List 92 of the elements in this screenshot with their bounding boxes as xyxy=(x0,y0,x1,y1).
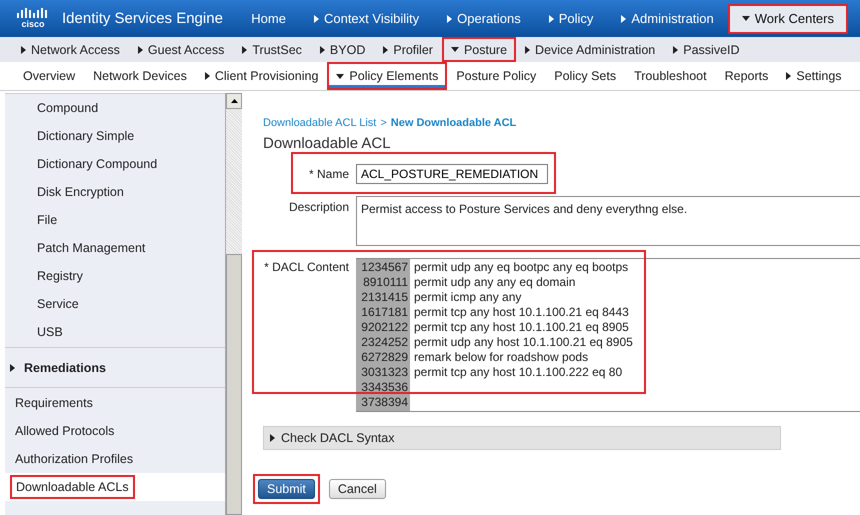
sidebar-item[interactable]: Patch Management xyxy=(5,234,225,262)
caret-right-icon xyxy=(786,72,792,80)
caret-right-icon xyxy=(10,364,15,372)
sidebar-item[interactable]: Service xyxy=(5,290,225,318)
field-label: * Name xyxy=(308,167,350,181)
text-area[interactable]: Permist access to Posture Services and deny everythng else. xyxy=(356,196,860,246)
caret-right-icon xyxy=(314,14,319,22)
nav-tab[interactable]: Posture xyxy=(442,37,516,62)
nav-tab[interactable]: Overview xyxy=(14,62,84,90)
line-number: 3031323 xyxy=(360,365,408,380)
sidebar-item[interactable]: Dictionary Simple xyxy=(5,122,225,150)
nav-tab[interactable]: Network Devices xyxy=(84,62,196,90)
line-number: 2131415 xyxy=(360,290,408,305)
sidebar-item[interactable]: Dictionary Compound xyxy=(5,150,225,178)
nav-tab[interactable]: Reports xyxy=(716,62,778,90)
nav-tab[interactable]: Home xyxy=(237,4,300,34)
field-label: Description xyxy=(288,200,350,214)
app-title: Identity Services Engine xyxy=(62,10,223,27)
nav-tab[interactable]: Network Access xyxy=(12,37,129,62)
breadcrumb-separator: > xyxy=(380,117,387,129)
line-number: 1234567 xyxy=(360,260,408,275)
nav-tab[interactable]: Posture Policy xyxy=(447,62,546,90)
sidebar-item[interactable]: USB xyxy=(5,318,225,346)
nav-tab[interactable]: Client Provisioning xyxy=(196,62,328,90)
code-line: remark below for roadshow pods xyxy=(414,350,588,364)
nav-tab[interactable]: PassiveID xyxy=(664,37,749,62)
caret-right-icon xyxy=(204,72,210,80)
caret-right-icon xyxy=(447,14,452,22)
code-line: permit udp any eq bootpc any eq bootps xyxy=(414,260,628,274)
breadcrumb-current: New Downloadable ACL xyxy=(390,117,516,129)
nav-tab[interactable]: BYOD xyxy=(310,37,374,62)
line-number: 8910111 xyxy=(362,275,408,290)
caret-right-icon xyxy=(383,46,388,54)
caret-right-icon xyxy=(525,46,530,54)
caret-right-icon xyxy=(270,434,275,442)
nav-tab[interactable]: Troubleshoot xyxy=(625,62,716,90)
caret-right-icon xyxy=(21,46,26,54)
sidebar-item[interactable]: File xyxy=(5,206,225,234)
sidebar-item[interactable]: Authorization Profiles xyxy=(5,445,225,473)
logo-bars-icon xyxy=(16,8,50,20)
input-field[interactable]: ACL_POSTURE_REMEDIATION xyxy=(356,164,548,184)
sidebar-item[interactable]: Allowed Protocols xyxy=(5,417,225,445)
collapsible-panel[interactable]: Check DACL Syntax xyxy=(263,426,781,450)
line-number: 9202122 xyxy=(360,320,408,335)
caret-right-icon xyxy=(242,46,248,54)
code-line: permit udp any any eq domain xyxy=(414,275,576,289)
form-title: Downloadable ACL xyxy=(263,135,392,152)
logo-text: cisco xyxy=(21,20,44,29)
sidebar-item[interactable]: Downloadable ACLs xyxy=(5,473,225,501)
submit-button[interactable]: Submit xyxy=(258,479,315,499)
breadcrumb-link[interactable]: Downloadable ACL List xyxy=(263,117,376,129)
sidebar-item[interactable]: Requirements xyxy=(5,389,225,417)
nav-tab[interactable]: TrustSec xyxy=(233,37,311,62)
line-number: 3343536 xyxy=(360,380,408,395)
nav-tab[interactable]: Settings xyxy=(777,62,851,90)
caret-right-icon xyxy=(138,46,143,54)
nav-tab[interactable]: Work Centers xyxy=(728,4,848,34)
code-line: permit tcp any host 10.1.100.21 eq 8905 xyxy=(414,320,629,334)
caret-down-icon xyxy=(336,74,344,78)
caret-down-icon xyxy=(450,47,459,52)
sidebar-section[interactable]: Remediations xyxy=(5,347,225,388)
nav-tab[interactable]: Policy xyxy=(534,4,608,34)
nav-tab[interactable]: Administration xyxy=(607,4,728,34)
nav-tab[interactable]: Guest Access xyxy=(128,37,234,62)
line-number: 2324252 xyxy=(360,335,408,350)
code-line: permit icmp any any xyxy=(414,290,522,304)
nav-tab[interactable]: Policy Elements xyxy=(327,62,448,90)
code-editor[interactable] xyxy=(356,258,860,412)
nav-tab[interactable]: Device Administration xyxy=(516,37,664,62)
scrollbar[interactable] xyxy=(225,93,242,515)
sidebar-item[interactable]: Compound xyxy=(5,94,225,122)
sidebar-item[interactable]: Disk Encryption xyxy=(5,178,225,206)
caret-right-icon xyxy=(320,46,325,54)
code-line: permit tcp any host 10.1.100.21 eq 8443 xyxy=(414,305,629,319)
nav-tab[interactable]: Policy Sets xyxy=(545,62,626,90)
line-number: 6272829 xyxy=(360,350,408,365)
caret-right-icon xyxy=(621,14,626,22)
code-line: permit tcp any host 10.1.100.222 eq 80 xyxy=(414,365,622,379)
cancel-button[interactable]: Cancel xyxy=(328,479,386,499)
code-line: permit udp any host 10.1.100.21 eq 8905 xyxy=(414,335,633,349)
field-label: * DACL Content xyxy=(263,260,350,274)
nav-tab[interactable]: Profiler xyxy=(374,37,442,62)
scrollbar-thumb[interactable] xyxy=(226,254,242,515)
caret-right-icon xyxy=(548,14,554,22)
scroll-up-icon xyxy=(230,99,238,103)
line-number: 3738394 xyxy=(360,395,408,410)
line-number: 1617181 xyxy=(360,305,408,320)
nav-tab[interactable]: Operations xyxy=(433,4,535,34)
nav-tab[interactable]: Context Visibility xyxy=(300,4,434,34)
sidebar-item[interactable]: Registry xyxy=(5,262,225,290)
caret-right-icon xyxy=(673,46,678,54)
caret-down-icon xyxy=(742,16,750,21)
